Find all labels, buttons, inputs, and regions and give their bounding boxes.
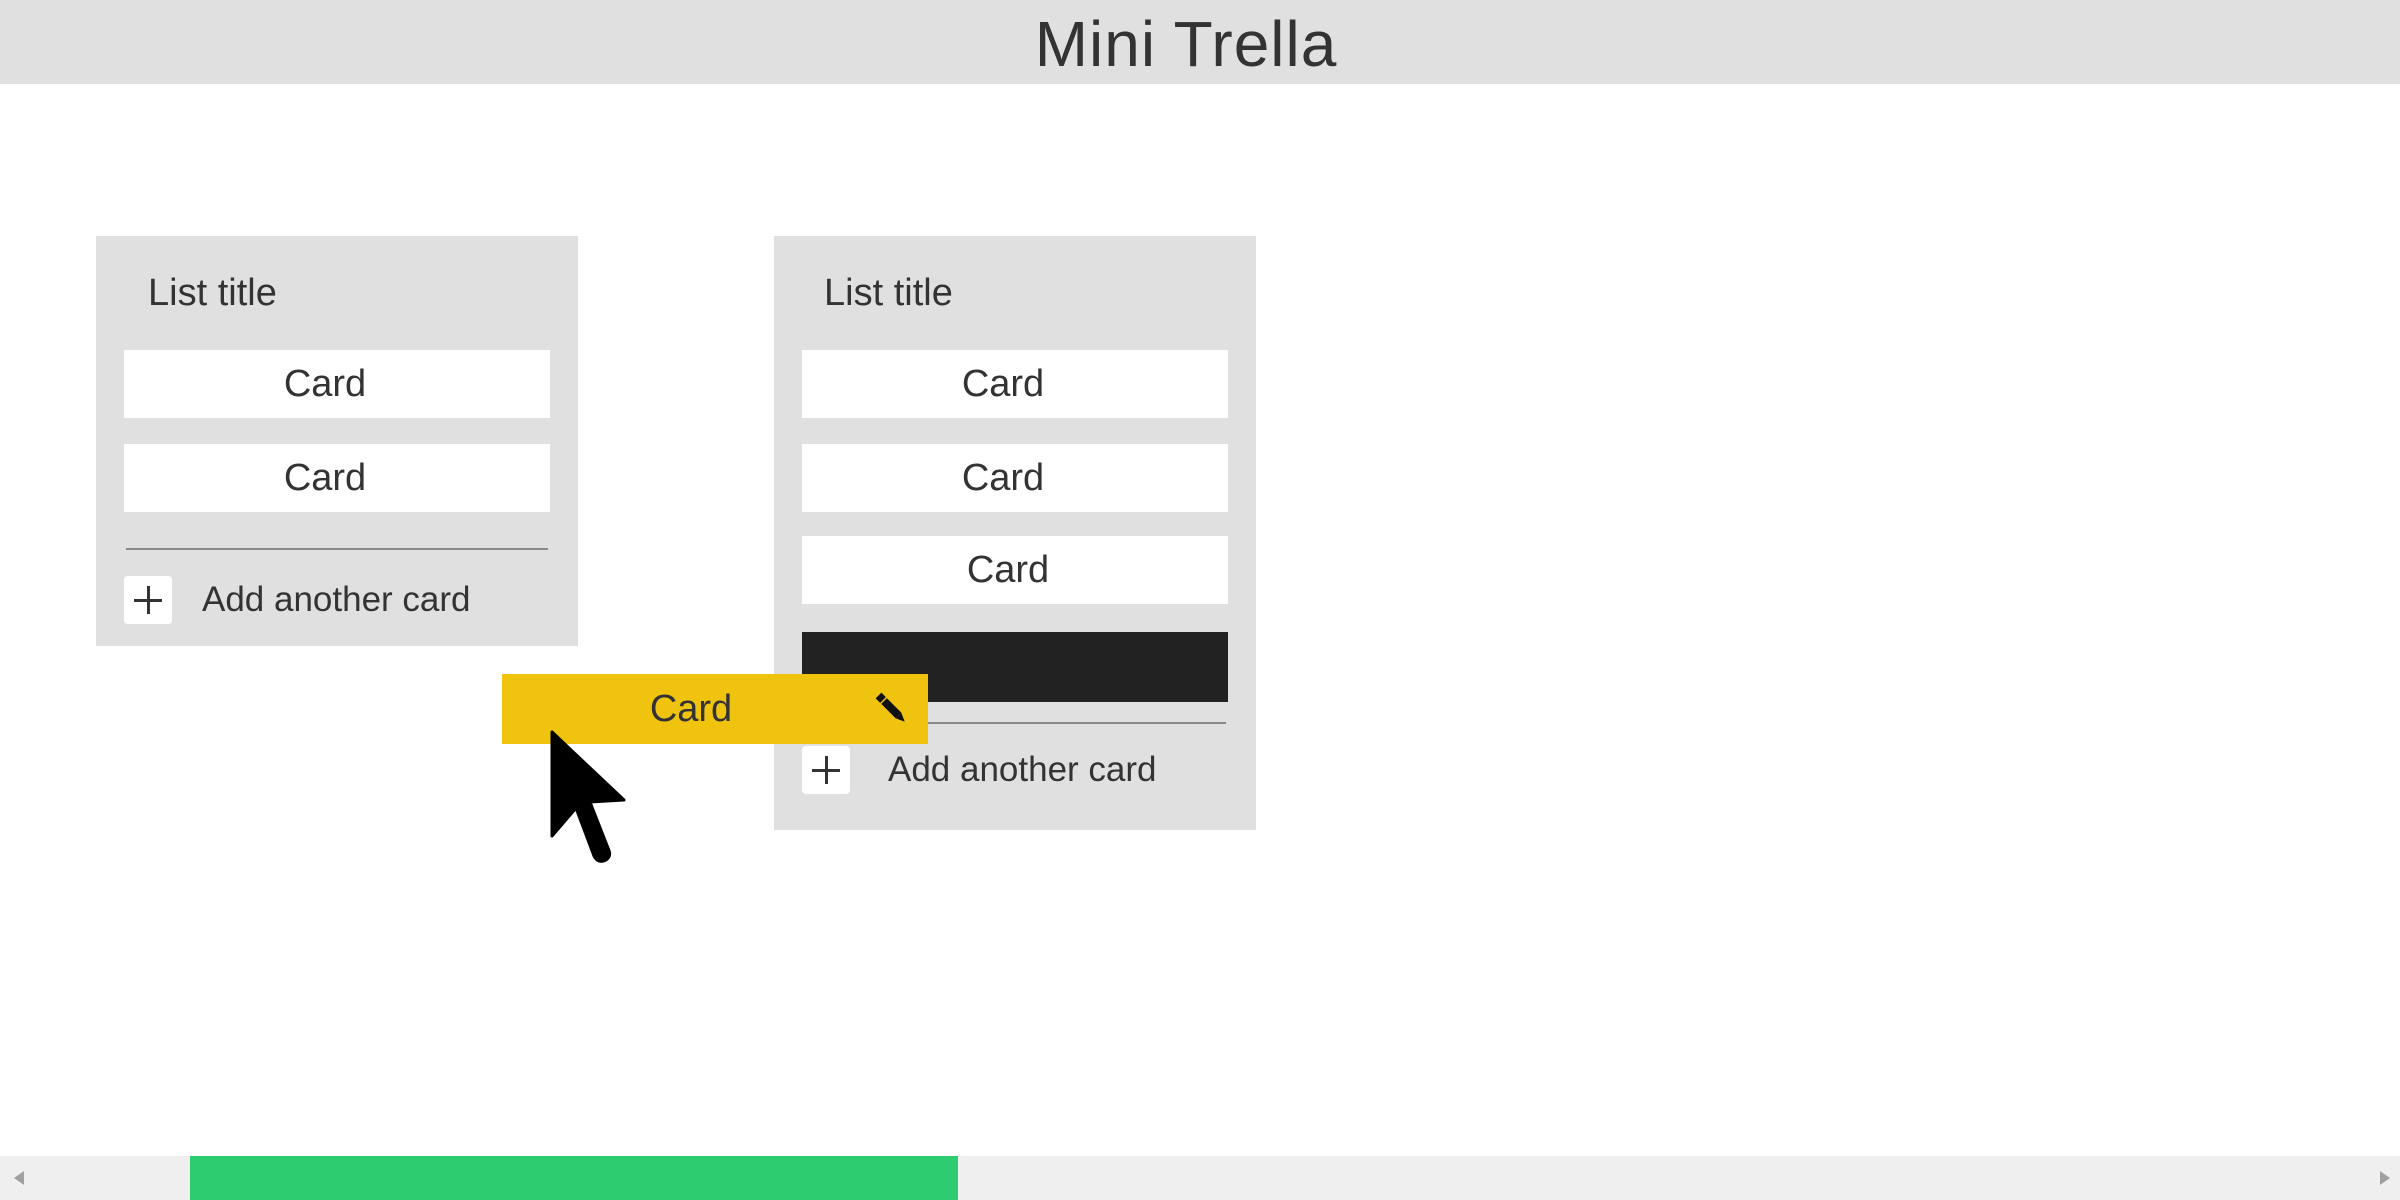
- card[interactable]: Card: [802, 350, 1228, 418]
- divider: [126, 548, 548, 550]
- cursor-arrow-icon: [550, 730, 626, 863]
- add-card-label: Add another card: [888, 750, 1157, 789]
- plus-icon: [124, 576, 172, 624]
- card[interactable]: Card: [802, 536, 1228, 604]
- board-page: Mini Trella List title Card Card Add ano…: [0, 0, 2400, 1200]
- dragged-card-label: Card: [649, 687, 733, 730]
- plus-icon: [802, 746, 850, 794]
- scroll-right-arrow-icon[interactable]: [2374, 1168, 2394, 1188]
- list-title[interactable]: List title: [148, 272, 277, 315]
- add-card-label: Add another card: [202, 580, 471, 619]
- list-1[interactable]: List title Card Card Add another card: [96, 236, 578, 646]
- card[interactable]: Card: [802, 444, 1228, 512]
- card-label: Card: [283, 362, 367, 405]
- card[interactable]: Card: [124, 444, 550, 512]
- card-label: Card: [961, 456, 1045, 499]
- scrollbar-thumb[interactable]: [190, 1156, 958, 1200]
- horizontal-scrollbar[interactable]: [0, 1156, 2400, 1200]
- scroll-left-arrow-icon[interactable]: [10, 1168, 30, 1188]
- card[interactable]: Card: [124, 350, 550, 418]
- list-title[interactable]: List title: [824, 272, 953, 315]
- add-card-button[interactable]: Add another card: [802, 744, 1157, 796]
- card-label: Card: [961, 362, 1045, 405]
- app-title: Mini Trella: [1034, 8, 1338, 80]
- add-card-button[interactable]: Add another card: [124, 574, 471, 626]
- pencil-icon[interactable]: [872, 688, 912, 730]
- card-label: Card: [966, 548, 1050, 591]
- app-header: Mini Trella: [0, 0, 2400, 84]
- card-label: Card: [283, 456, 367, 499]
